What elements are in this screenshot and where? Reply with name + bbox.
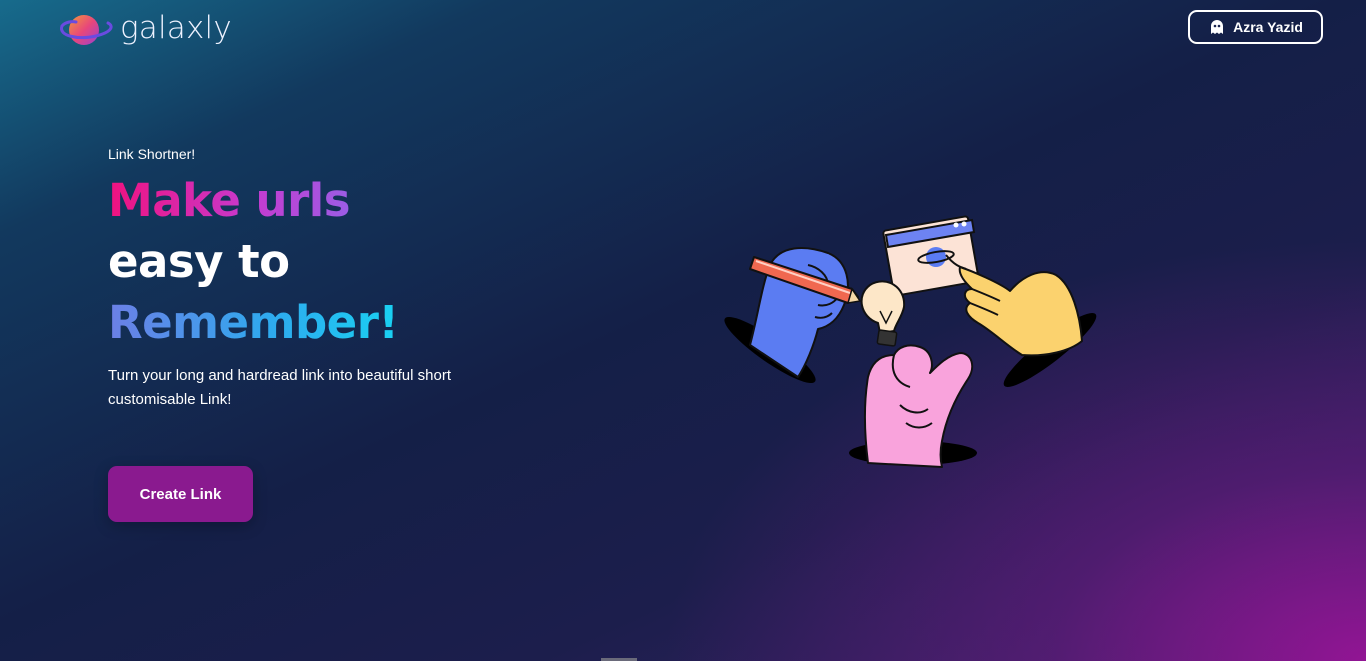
hero-headline: Make urls easy to Remember! — [108, 170, 399, 353]
brand-name: galaxly — [120, 10, 232, 46]
yellow-hand — [945, 254, 1083, 357]
headline-line-2: easy to — [108, 235, 290, 288]
brand-logo[interactable]: galaxly — [58, 8, 232, 52]
ghost-icon — [1211, 20, 1224, 34]
create-link-button[interactable]: Create Link — [108, 466, 253, 522]
landing-page: galaxly Azra Yazid Link Shortner! Make u… — [0, 0, 1366, 661]
hero-tagline: Turn your long and hardread link into be… — [108, 367, 451, 408]
browser-window — [882, 215, 980, 297]
headline-line-1: Make urls — [108, 174, 351, 227]
headline-line-3: Remember! — [108, 296, 399, 349]
hero-kicker: Link Shortner! — [108, 146, 196, 162]
lightbulb — [860, 280, 906, 347]
user-profile-button[interactable]: Azra Yazid — [1188, 10, 1323, 44]
hands-illustration — [724, 215, 1097, 468]
user-name: Azra Yazid — [1233, 19, 1303, 35]
planet-logo-icon — [60, 15, 113, 45]
